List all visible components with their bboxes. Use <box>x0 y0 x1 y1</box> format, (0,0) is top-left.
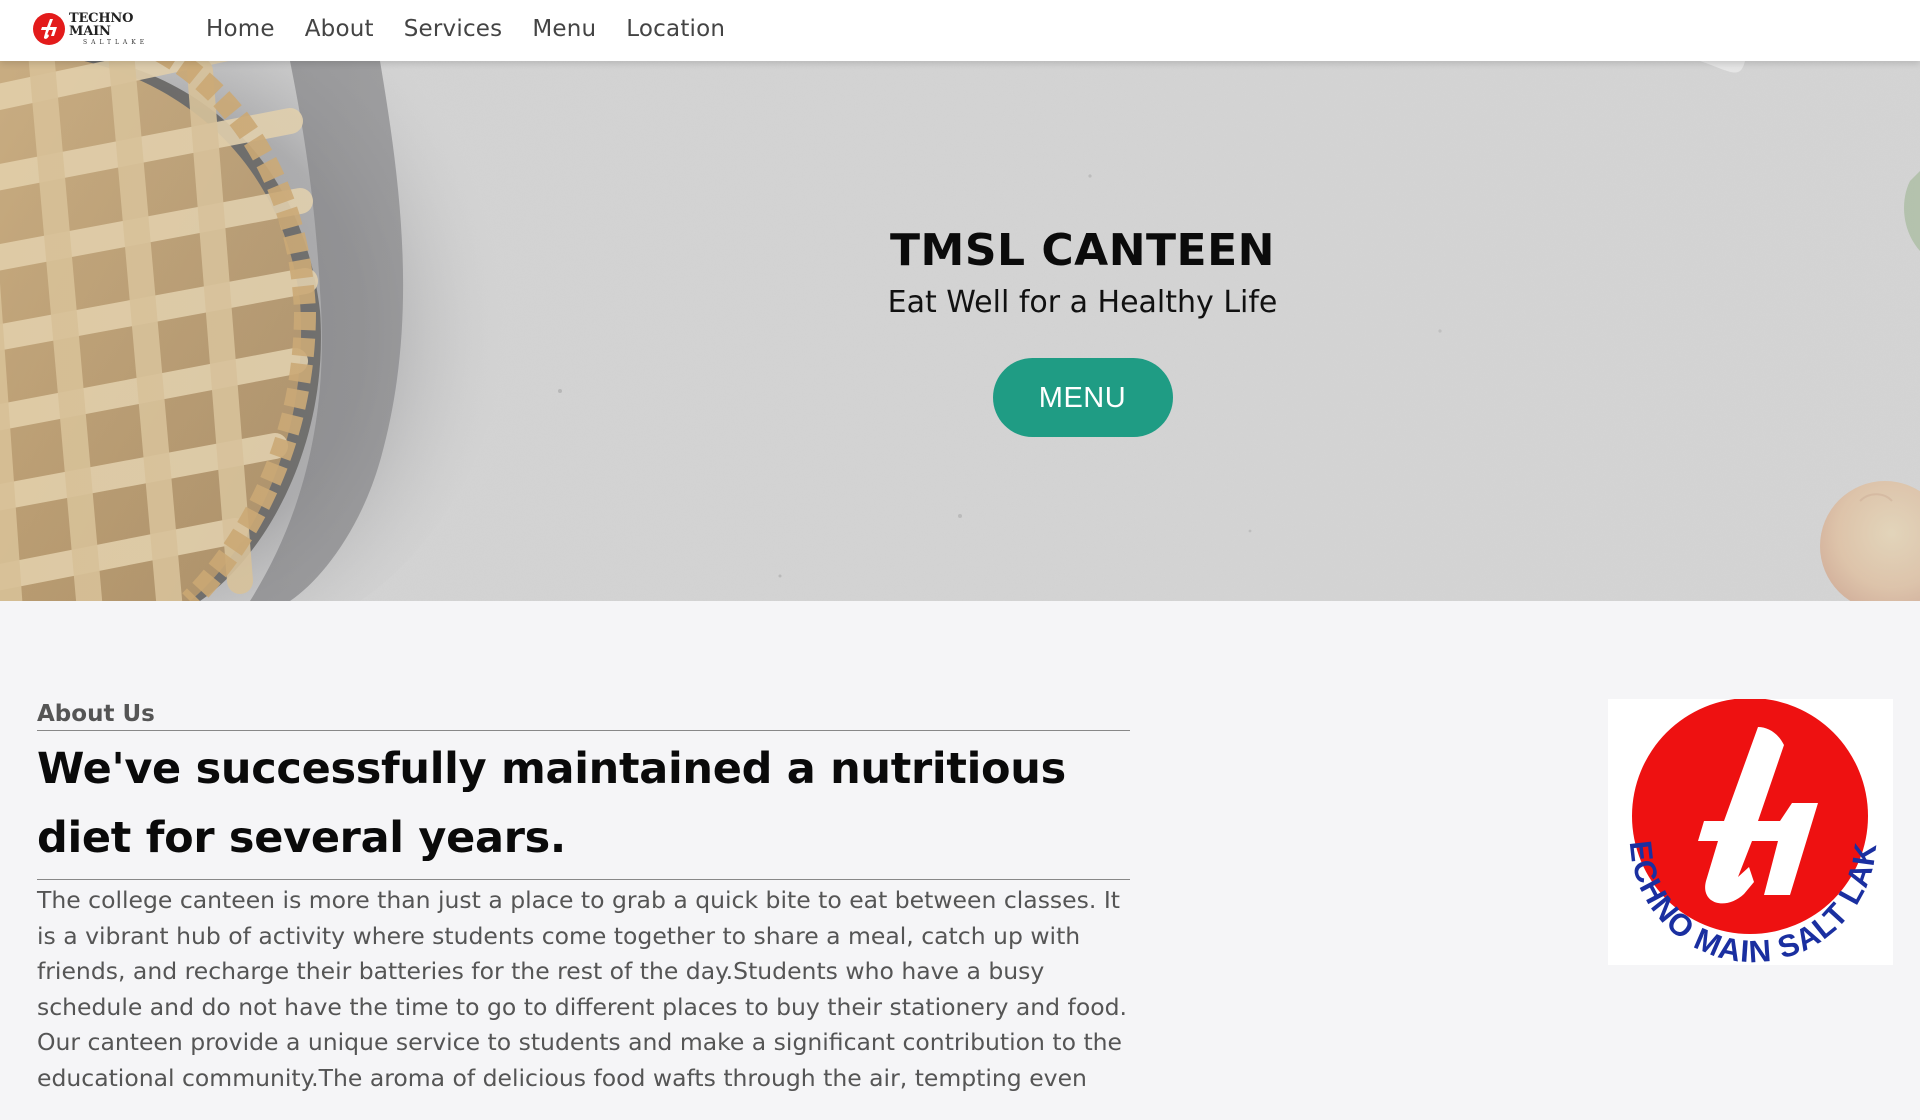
about-kicker: About Us <box>37 701 1130 731</box>
hero-banner: TMSL CANTEEN Eat Well for a Healthy Life… <box>0 61 1920 601</box>
about-text-block: About Us We've successfully maintained a… <box>37 701 1130 1120</box>
hero-content: TMSL CANTEEN Eat Well for a Healthy Life… <box>245 225 1920 437</box>
about-heading: We've successfully maintained a nutritio… <box>37 735 1130 880</box>
nav-about[interactable]: About <box>305 16 374 42</box>
brand-title: TECHNO MAIN <box>69 11 134 39</box>
techno-main-logo-icon <box>33 13 65 45</box>
top-navbar: TECHNO MAIN SALTLAKE Home About Services… <box>0 0 1920 61</box>
nav-location[interactable]: Location <box>626 16 725 42</box>
brand-subtitle: SALTLAKE <box>83 39 149 46</box>
about-section: About Us We've successfully maintained a… <box>0 601 1920 1092</box>
brand-logo[interactable]: TECHNO MAIN SALTLAKE <box>33 12 178 46</box>
nav-menu[interactable]: Menu <box>532 16 596 42</box>
about-body: The college canteen is more than just a … <box>37 886 1127 1092</box>
hero-tagline: Eat Well for a Healthy Life <box>887 284 1278 320</box>
brand-text: TECHNO MAIN SALTLAKE <box>69 12 178 46</box>
techno-main-saltlake-logo-icon: TECHNO MAIN SALT LAKE <box>1597 671 1893 969</box>
hero-title: TMSL CANTEEN <box>890 225 1275 276</box>
main-nav: Home About Services Menu Location <box>206 0 755 58</box>
nav-services[interactable]: Services <box>404 16 503 42</box>
nav-home[interactable]: Home <box>206 16 275 42</box>
menu-button[interactable]: MENU <box>992 357 1173 437</box>
